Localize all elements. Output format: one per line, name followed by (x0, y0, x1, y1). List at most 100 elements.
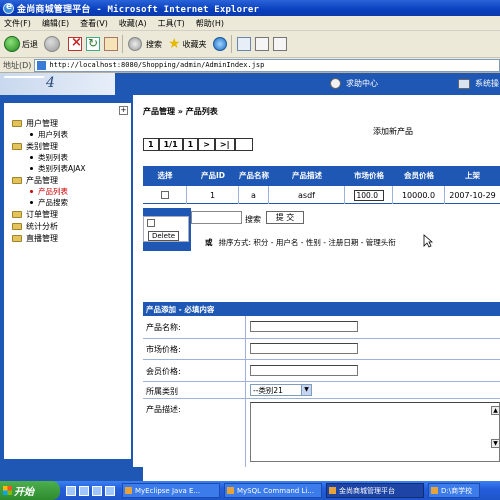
table-row: 1 a asdf 100.0 10000.0 2007-10-29 (143, 186, 500, 204)
column-header-member-price: 会员价格 (404, 171, 434, 180)
folder-icon (12, 142, 22, 150)
member-price-field[interactable] (250, 365, 358, 376)
toolbar-separator (122, 35, 123, 53)
sidebar-item-product-search[interactable]: 产品搜索 (4, 197, 131, 208)
row-checkbox[interactable] (160, 191, 169, 199)
sidebar-item-user-list[interactable]: 用户列表 (4, 129, 131, 140)
sidebar-group-product[interactable]: 产品管理 (4, 174, 131, 186)
sidebar-item-category-list[interactable]: 类别列表 (4, 152, 131, 163)
sidebar-group-category[interactable]: 类别管理 (4, 140, 131, 152)
task-myeclipse[interactable]: MyEclipse Java E... (122, 483, 220, 498)
search-button[interactable]: 搜索 (128, 37, 162, 51)
market-price-input[interactable]: 100.0 (353, 189, 384, 201)
sort-prefix: 或 (205, 238, 213, 247)
back-button[interactable]: 后退 (4, 36, 38, 52)
menu-favorites[interactable]: 收藏(A) (119, 18, 147, 29)
print-icon[interactable] (254, 37, 269, 51)
row-date: 2007-10-29 (449, 190, 496, 200)
description-textarea[interactable] (250, 402, 500, 462)
task-explorer[interactable]: D:\商学校 (428, 483, 480, 498)
sidebar-group-user[interactable]: 用户管理 (4, 117, 131, 129)
window-title: 金尚商城管理平台 - Microsoft Internet Explorer (17, 4, 260, 15)
form-row-name: 产品名称: (143, 316, 500, 339)
page-icon (37, 60, 47, 70)
pager-next[interactable]: > (198, 138, 215, 151)
folder-icon (12, 119, 22, 127)
system-label: 系统操 (475, 79, 499, 88)
menu-help[interactable]: 帮助(H) (196, 18, 224, 29)
task-ie-active[interactable]: 金尚商城管理平台 (326, 483, 424, 498)
quick-launch-icon[interactable] (92, 485, 102, 496)
home-icon[interactable] (104, 37, 118, 51)
product-name-input[interactable] (250, 321, 358, 332)
row-member-price: 10000.0 (393, 186, 445, 204)
quick-launch-icon[interactable] (79, 485, 89, 496)
category-select[interactable]: --类别21 ▼ (250, 384, 312, 396)
stop-icon[interactable] (68, 35, 82, 51)
favorites-button[interactable]: ★ 收藏夹 (168, 36, 207, 52)
sidebar-group-stats[interactable]: 统计分析 (4, 220, 131, 232)
site-logo: 4 (0, 73, 115, 95)
pager-page[interactable]: 1 (182, 138, 199, 151)
system-link[interactable]: 系统操 (458, 78, 499, 89)
menu-edit[interactable]: 编辑(E) (42, 18, 69, 29)
scroll-down-icon[interactable]: ▼ (491, 439, 500, 448)
sidebar-group-live[interactable]: 直播管理 (4, 232, 131, 244)
sidebar-group-label: 直播管理 (26, 233, 58, 243)
sidebar-item-category-ajax[interactable]: 类别列表AJAX (4, 163, 131, 174)
row-name: a (239, 186, 269, 204)
folder-icon (12, 234, 22, 242)
scroll-up-icon[interactable]: ▲ (491, 406, 500, 415)
page-jump-input[interactable] (234, 138, 253, 151)
sidebar-item-label: 类别列表AJAX (38, 164, 86, 173)
delete-button[interactable]: Delete (148, 231, 179, 241)
logo-stroke (0, 76, 45, 90)
row-id: 1 (187, 186, 239, 204)
collapse-icon[interactable]: + (119, 106, 128, 115)
row-select-cell (143, 186, 187, 204)
folder-icon (12, 176, 22, 184)
search-input[interactable] (191, 211, 242, 224)
quick-launch-icon[interactable] (66, 485, 76, 496)
help-center-link[interactable]: 求助中心 (330, 78, 378, 89)
chevron-down-icon: ▼ (301, 385, 311, 395)
window-title-bar: 金尚商城管理平台 - Microsoft Internet Explorer (0, 0, 500, 16)
bulk-action-box: Delete (143, 216, 189, 242)
favorites-label: 收藏夹 (182, 39, 207, 49)
task-mysql[interactable]: MySQL Command Li... (224, 483, 322, 498)
address-field[interactable]: http://localhost:8080/Shopping/admin/Adm… (34, 58, 500, 72)
sort-options: 或排序方式: 积分 - 用户名 - 性别 - 注册日期 - 管理头衔 (205, 237, 396, 248)
search-label: 搜索 (245, 215, 261, 224)
sidebar-item-product-list[interactable]: 产品列表 (4, 186, 131, 197)
sort-text[interactable]: 排序方式: 积分 - 用户名 - 性别 - 注册日期 - 管理头衔 (219, 238, 396, 247)
refresh-icon[interactable] (86, 36, 100, 51)
start-button[interactable]: 开始 (0, 481, 60, 500)
pager-first[interactable]: 1 (143, 138, 159, 151)
folder-icon (12, 222, 22, 230)
toolbar-separator (230, 35, 232, 53)
site-header: 4 求助中心 系统操 (0, 73, 500, 95)
submit-button[interactable]: 提 交 (266, 211, 304, 224)
market-price-label: 市场价格: (146, 345, 181, 354)
sidebar-group-order[interactable]: 订单管理 (4, 208, 131, 220)
menu-tools[interactable]: 工具(T) (158, 18, 185, 29)
menu-file[interactable]: 文件(F) (4, 18, 31, 29)
sidebar-group-label: 用户管理 (26, 118, 58, 128)
back-label: 后退 (22, 39, 38, 49)
bullet-icon (30, 156, 33, 159)
pager-last[interactable]: >| (214, 138, 235, 151)
column-header-market-price: 市场价格 (354, 171, 384, 180)
sidebar-item-label: 类别列表 (38, 153, 68, 162)
pager-status: 1/1 (158, 138, 183, 151)
add-product-link[interactable]: 添加新产品 (373, 126, 413, 137)
forward-button[interactable] (44, 36, 62, 52)
sidebar-group-label: 统计分析 (26, 221, 58, 231)
mail-icon[interactable] (236, 37, 251, 51)
menu-view[interactable]: 查看(V) (80, 18, 108, 29)
history-icon[interactable] (212, 37, 227, 51)
market-price-field[interactable] (250, 343, 358, 354)
sidebar-group-label: 类别管理 (26, 141, 58, 151)
select-all-checkbox[interactable] (147, 219, 155, 227)
quick-launch-icon[interactable] (105, 485, 115, 496)
edit-icon[interactable] (272, 37, 287, 51)
